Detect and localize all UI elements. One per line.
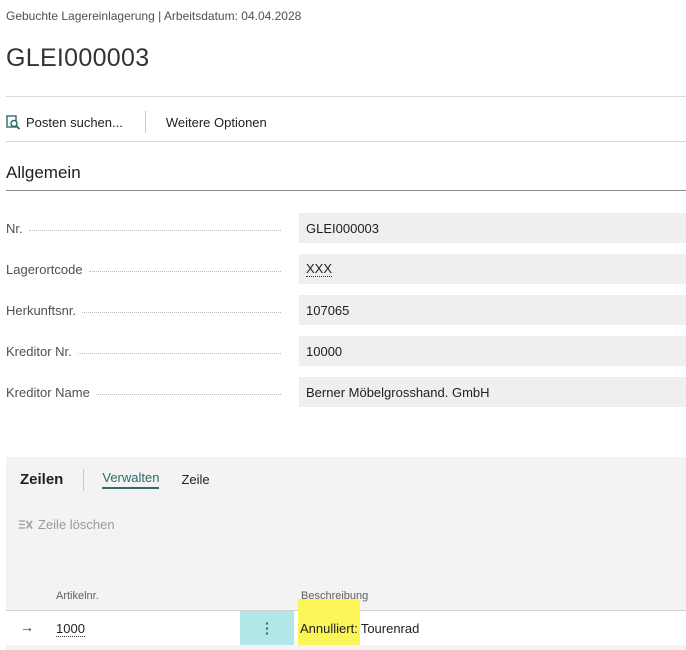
vendor-no-field[interactable]: 10000 bbox=[299, 336, 686, 366]
lines-header: Zeilen Verwalten Zeile bbox=[6, 457, 686, 502]
toolbar-separator bbox=[144, 111, 146, 133]
tab-line[interactable]: Zeile bbox=[181, 472, 209, 487]
divider bbox=[6, 96, 686, 97]
page-title: GLEI000003 bbox=[6, 44, 150, 72]
lines-title[interactable]: Zeilen bbox=[20, 471, 63, 488]
lines-separator bbox=[83, 468, 85, 491]
find-entries-icon bbox=[6, 114, 21, 130]
item-no-cell[interactable]: 1000 bbox=[56, 621, 85, 637]
more-options-button[interactable]: Weitere Optionen bbox=[166, 115, 267, 130]
description-text: Tourenrad bbox=[360, 620, 420, 636]
description-highlight: Annulliert: bbox=[298, 599, 360, 645]
delete-line-icon bbox=[19, 519, 33, 529]
row-menu-icon[interactable]: ⋮ bbox=[240, 611, 294, 645]
find-entries-button[interactable]: Posten suchen... bbox=[6, 115, 123, 130]
column-header-item-no[interactable]: Artikelnr. bbox=[56, 590, 99, 602]
field-row-location-code: Lagerortcode XXX bbox=[6, 254, 686, 284]
find-entries-label: Posten suchen... bbox=[26, 114, 123, 130]
tab-manage[interactable]: Verwalten bbox=[102, 470, 160, 489]
breadcrumb: Gebuchte Lagereinlagerung | Arbeitsdatum… bbox=[6, 9, 302, 23]
field-label: Nr. bbox=[6, 221, 293, 236]
divider bbox=[6, 141, 686, 142]
field-row-vendor-name: Kreditor Name Berner Möbelgrosshand. Gmb… bbox=[6, 377, 686, 407]
row-indicator-arrow-icon: → bbox=[20, 619, 34, 635]
field-row-nr: Nr. GLEI000003 bbox=[6, 213, 686, 243]
action-bar: Posten suchen... Weitere Optionen bbox=[6, 110, 267, 134]
field-row-vendor-no: Kreditor Nr. 10000 bbox=[6, 336, 686, 366]
section-title-general[interactable]: Allgemein bbox=[6, 163, 81, 183]
field-label: Kreditor Name bbox=[6, 385, 293, 400]
delete-line-button[interactable]: Zeile löschen bbox=[18, 517, 115, 532]
source-no-field[interactable]: 107065 bbox=[299, 295, 686, 325]
vendor-name-field[interactable]: Berner Möbelgrosshand. GmbH bbox=[299, 377, 686, 407]
lines-grid: Artikelnr. Beschreibung → 1000 ⋮ Annulli… bbox=[6, 546, 686, 650]
lines-action-bar: Zeile löschen bbox=[6, 502, 686, 546]
table-row[interactable]: → 1000 ⋮ Annulliert: Tourenrad bbox=[6, 599, 686, 645]
field-label: Lagerortcode bbox=[6, 262, 293, 277]
section-divider bbox=[6, 190, 686, 191]
field-label: Herkunftsnr. bbox=[6, 303, 293, 318]
location-code-field[interactable]: XXX bbox=[299, 254, 686, 284]
delete-line-label: Zeile löschen bbox=[38, 516, 115, 532]
description-cell[interactable]: Annulliert: Tourenrad bbox=[298, 599, 420, 645]
field-label: Kreditor Nr. bbox=[6, 344, 293, 359]
nr-field[interactable]: GLEI000003 bbox=[299, 213, 686, 243]
field-row-source-no: Herkunftsnr. 107065 bbox=[6, 295, 686, 325]
